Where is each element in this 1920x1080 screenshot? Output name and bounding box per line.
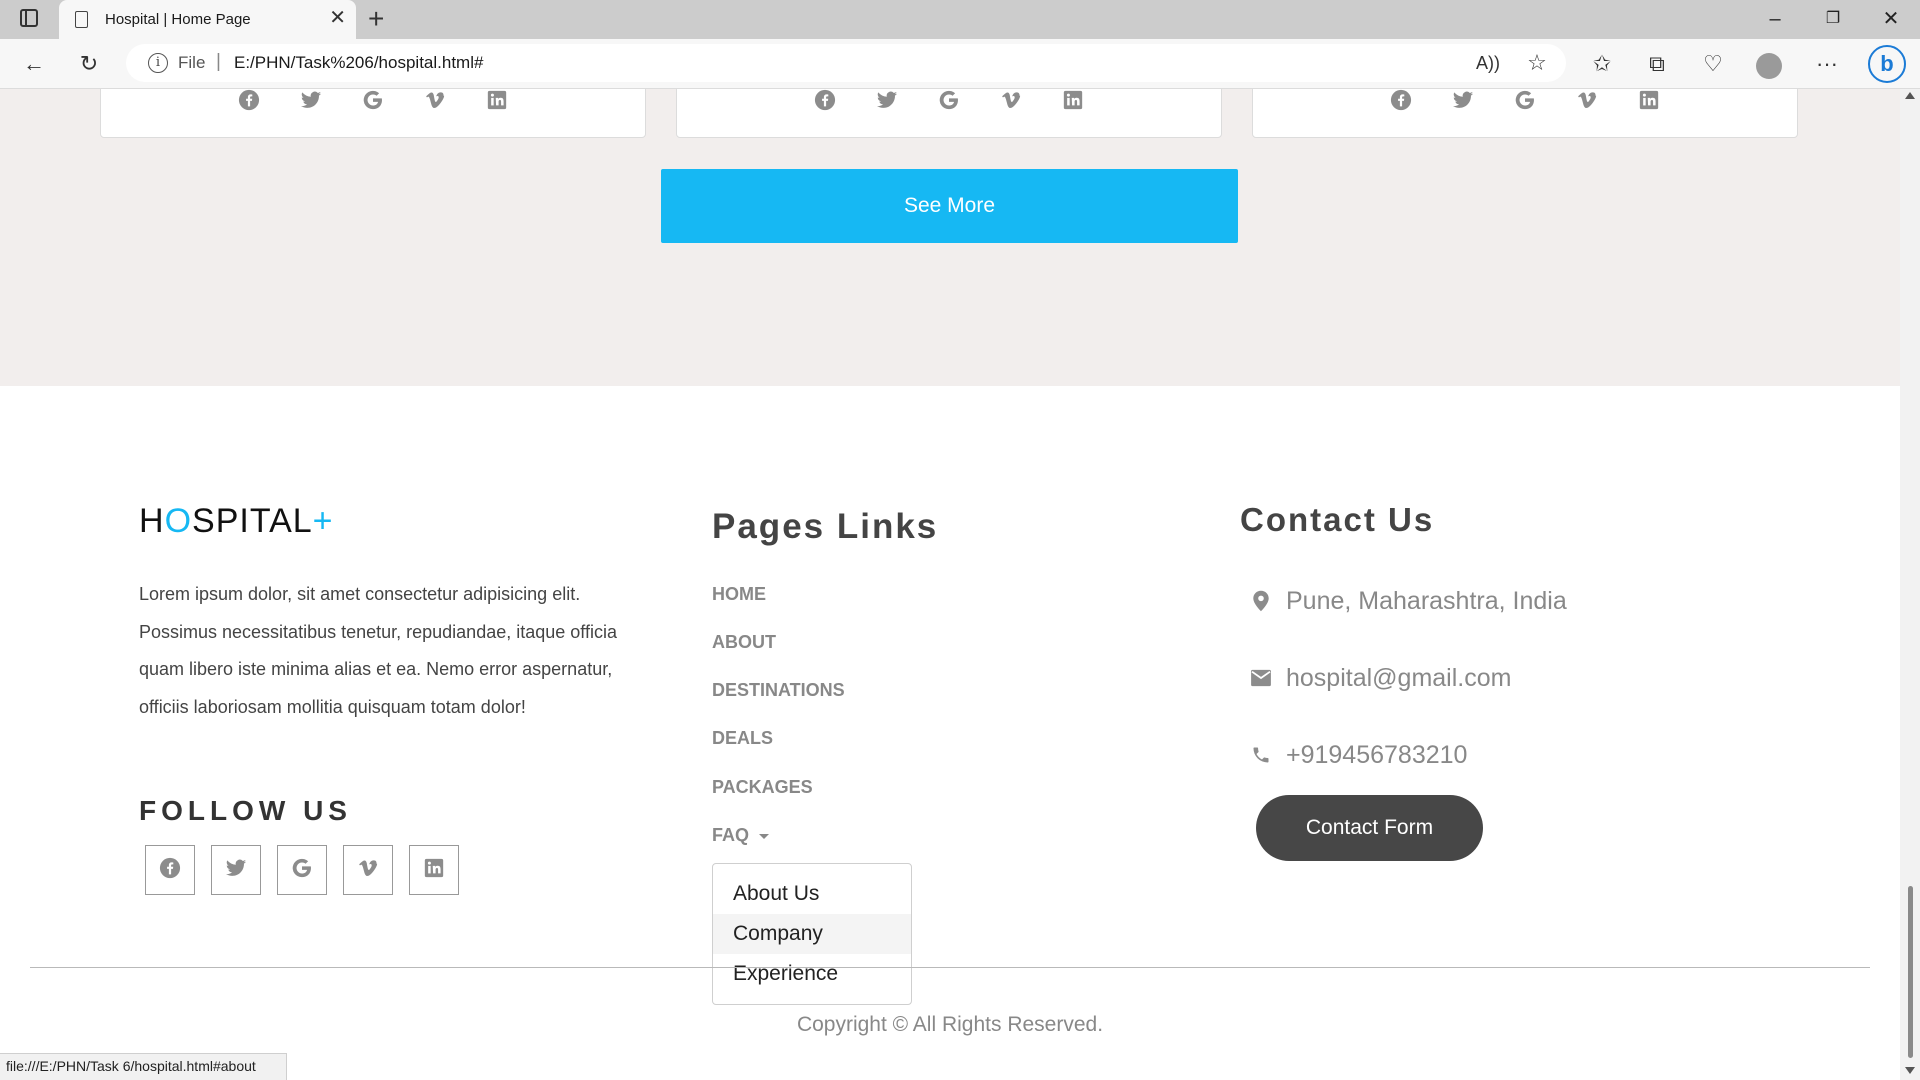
profile-avatar-icon[interactable] <box>1756 53 1782 79</box>
card-social-icons <box>101 89 645 112</box>
link-status-bar: file:///E:/PHN/Task 6/hospital.html#abou… <box>0 1053 287 1080</box>
vimeo-icon[interactable] <box>999 89 1023 112</box>
footer-linkedin-link[interactable] <box>409 845 459 895</box>
contact-address-text: Pune, Maharashtra, India <box>1286 586 1567 615</box>
address-url[interactable]: E:/PHN/Task%206/hospital.html# <box>234 53 483 73</box>
copyright-text: Copyright © All Rights Reserved. <box>796 1013 1104 1036</box>
page-viewport: See More HOSPITAL+ Lorem ipsum dolor, si… <box>0 89 1900 1080</box>
scrollbar-thumb[interactable] <box>1908 886 1913 1058</box>
brand-text-part: SPITAL <box>192 502 313 540</box>
favorite-star-icon[interactable]: ☆ <box>1520 46 1554 80</box>
favorites-icon[interactable]: ✩ <box>1585 47 1619 81</box>
contact-address: Pune, Maharashtra, India <box>1250 586 1567 616</box>
browser-tab-active[interactable]: Hospital | Home Page ✕ <box>59 0 356 39</box>
facebook-icon[interactable] <box>237 89 261 112</box>
linkedin-icon <box>424 858 444 883</box>
page-icon <box>75 11 88 28</box>
footer-link-faq-dropdown-toggle[interactable]: FAQ <box>712 825 770 846</box>
contact-phone-text[interactable]: +919456783210 <box>1286 741 1467 770</box>
scroll-down-arrow-icon[interactable] <box>1905 1067 1915 1074</box>
phone-icon <box>1250 744 1272 766</box>
google-icon <box>291 857 313 884</box>
footer-twitter-link[interactable] <box>211 845 261 895</box>
back-icon[interactable]: ← <box>17 47 51 81</box>
footer-vimeo-link[interactable] <box>343 845 393 895</box>
footer-divider <box>30 967 1870 968</box>
footer-link-deals[interactable]: DEALS <box>712 728 773 749</box>
footer-link-about[interactable]: ABOUT <box>712 632 776 653</box>
dropdown-item-about-us[interactable]: About Us <box>713 874 911 914</box>
card-social-icons <box>677 89 1221 112</box>
footer-link-packages[interactable]: PACKAGES <box>712 777 813 798</box>
facebook-icon[interactable] <box>1389 89 1413 112</box>
dropdown-item-experience[interactable]: Experience <box>713 954 911 994</box>
minimize-icon[interactable]: – <box>1760 6 1790 34</box>
brand-accent-plus: + <box>312 502 334 540</box>
info-icon[interactable]: i <box>148 53 168 73</box>
address-bar[interactable]: i File | E:/PHN/Task%206/hospital.html# … <box>126 44 1566 82</box>
brand-text-part: H <box>139 502 165 540</box>
bing-copilot-icon[interactable]: b <box>1868 45 1906 83</box>
read-aloud-icon[interactable]: A)) <box>1471 46 1505 80</box>
contact-email: hospital@gmail.com <box>1250 663 1511 693</box>
doctor-card <box>100 89 646 138</box>
twitter-icon <box>224 857 248 884</box>
google-icon[interactable] <box>937 89 961 112</box>
more-options-icon[interactable]: ··· <box>1810 47 1844 81</box>
scroll-up-arrow-icon[interactable] <box>1905 92 1915 99</box>
tab-actions-icon[interactable] <box>20 9 38 27</box>
linkedin-icon[interactable] <box>1637 89 1661 112</box>
page-scrollbar[interactable] <box>1900 89 1920 1080</box>
close-tab-icon[interactable]: ✕ <box>329 7 346 29</box>
restore-icon[interactable]: ❐ <box>1818 6 1848 34</box>
doctor-card <box>676 89 1222 138</box>
browser-tab-strip: Hospital | Home Page ✕ + – ❐ ✕ <box>0 0 1920 39</box>
see-more-button[interactable]: See More <box>661 169 1238 243</box>
caret-down-icon <box>759 833 770 839</box>
address-scheme-label: File <box>178 53 206 72</box>
contact-email-text[interactable]: hospital@gmail.com <box>1286 664 1511 693</box>
brand-accent-o: O <box>164 502 193 540</box>
envelope-icon <box>1250 667 1272 689</box>
doctors-section: See More <box>0 89 1900 386</box>
footer-link-home[interactable]: HOME <box>712 584 766 605</box>
contact-form-button[interactable]: Contact Form <box>1256 795 1483 861</box>
google-icon[interactable] <box>1513 89 1537 112</box>
footer-link-destinations[interactable]: DESTINATIONS <box>712 680 845 701</box>
vimeo-icon[interactable] <box>423 89 447 112</box>
vimeo-icon <box>357 857 379 884</box>
footer-brand-logo: HOSPITAL+ <box>139 502 334 541</box>
twitter-icon[interactable] <box>1451 89 1475 112</box>
new-tab-icon[interactable]: + <box>368 4 384 34</box>
location-pin-icon <box>1250 590 1272 612</box>
contact-phone: +919456783210 <box>1250 740 1467 770</box>
linkedin-icon[interactable] <box>1061 89 1085 112</box>
contact-us-heading: Contact Us <box>1240 501 1435 538</box>
faq-dropdown-menu: About Us Company Experience <box>712 863 912 1005</box>
footer-description: Lorem ipsum dolor, sit amet consectetur … <box>139 584 617 717</box>
tab-title: Hospital | Home Page <box>105 11 251 28</box>
linkedin-icon[interactable] <box>485 89 509 112</box>
browser-essentials-icon[interactable]: ♡ <box>1696 47 1730 81</box>
dropdown-item-company[interactable]: Company <box>713 914 911 954</box>
google-icon[interactable] <box>361 89 385 112</box>
footer-facebook-link[interactable] <box>145 845 195 895</box>
close-window-icon[interactable]: ✕ <box>1876 6 1906 34</box>
card-social-icons <box>1253 89 1797 112</box>
doctor-card <box>1252 89 1798 138</box>
follow-us-heading: FOLLOW US <box>139 795 352 826</box>
refresh-icon[interactable]: ↻ <box>72 47 106 81</box>
vimeo-icon[interactable] <box>1575 89 1599 112</box>
facebook-icon <box>159 857 181 884</box>
address-separator: | <box>216 51 221 72</box>
pages-links-heading: Pages Links <box>712 507 939 546</box>
browser-toolbar: ← ↻ i File | E:/PHN/Task%206/hospital.ht… <box>0 39 1920 89</box>
collections-icon[interactable]: ⧉ <box>1640 47 1674 81</box>
twitter-icon[interactable] <box>299 89 323 112</box>
footer-google-link[interactable] <box>277 845 327 895</box>
faq-label: FAQ <box>712 825 750 845</box>
facebook-icon[interactable] <box>813 89 837 112</box>
twitter-icon[interactable] <box>875 89 899 112</box>
